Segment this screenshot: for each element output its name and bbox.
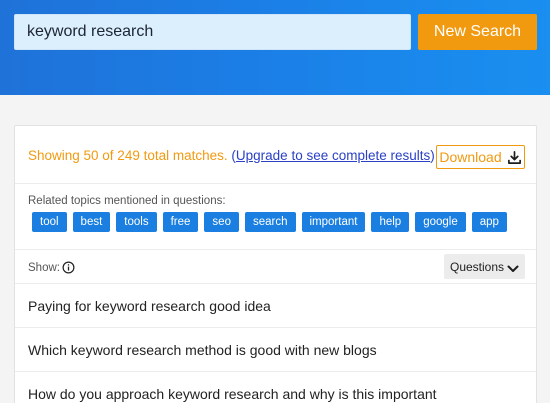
download-icon [507,150,522,165]
matches-count-text: Showing 50 of 249 total matches. [28,148,228,163]
info-icon[interactable] [62,261,75,279]
question-row[interactable]: How do you approach keyword research and… [15,372,536,403]
results-summary: Showing 50 of 249 total matches. (Upgrad… [28,148,435,163]
topic-chip-important[interactable]: important [301,212,366,232]
show-label: Show: [28,262,60,274]
question-row[interactable]: Which keyword research method is good wi… [15,328,536,372]
topic-chip-google[interactable]: google [415,212,466,232]
results-card: Showing 50 of 249 total matches. (Upgrad… [14,125,537,403]
chevron-down-icon [507,262,519,276]
upgrade-wrapper: (Upgrade to see complete results) [231,148,434,163]
download-label: Download [439,149,502,165]
topic-chip-help[interactable]: help [371,212,410,232]
results-summary-row: Showing 50 of 249 total matches. (Upgrad… [15,126,536,184]
topic-chips: tool best tools free seo search importan… [32,212,507,232]
paren-close: ) [430,148,435,163]
topic-chip-tools[interactable]: tools [116,212,157,232]
search-input[interactable] [14,14,411,50]
related-topics-label: Related topics mentioned in questions: [28,195,226,207]
questions-dropdown[interactable]: Questions [444,254,525,279]
show-filter-row: Show: Questions [15,250,536,284]
topic-chip-app[interactable]: app [471,212,507,232]
question-text[interactable]: Which keyword research method is good wi… [28,342,377,358]
related-topics-row: Related topics mentioned in questions: t… [15,184,536,250]
question-row[interactable]: Paying for keyword research good idea [15,284,536,328]
topic-chip-seo[interactable]: seo [204,212,239,232]
topic-chip-tool[interactable]: tool [32,212,67,232]
question-text[interactable]: Paying for keyword research good idea [28,298,271,314]
upgrade-link[interactable]: Upgrade to see complete results [236,148,430,163]
topic-chip-search[interactable]: search [244,212,296,232]
new-search-button[interactable]: New Search [418,14,537,50]
download-button[interactable]: Download [436,145,525,169]
question-text[interactable]: How do you approach keyword research and… [28,386,437,402]
topic-chip-best[interactable]: best [72,212,111,232]
search-header: New Search [0,0,550,95]
questions-dropdown-value: Questions [450,259,505,274]
topic-chip-free[interactable]: free [162,212,199,232]
